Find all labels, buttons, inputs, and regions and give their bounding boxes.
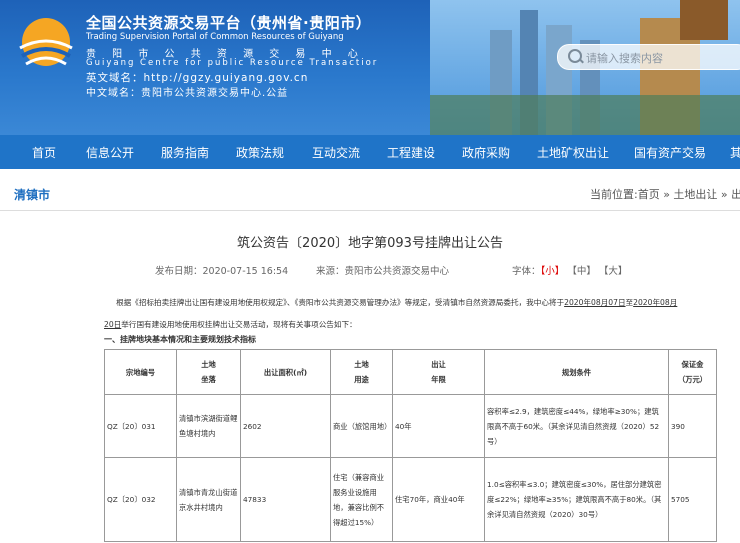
cell-parcel-id: QZ〔20〕031 [104, 394, 177, 458]
breadcrumb[interactable]: 当前位置:首页 » 土地出让 » 出让 [590, 186, 740, 202]
col-header-usage: 土地 用途 [330, 349, 393, 395]
col-header-deposit: 保证金 （万元） [668, 349, 717, 395]
nav-more[interactable]: 其 [730, 144, 740, 161]
col-header-parcel-id: 宗地编号 [104, 349, 177, 395]
article-source: 来源：贵阳市公共资源交易中心 [316, 266, 450, 277]
cell-usage: 商业（旅馆用地） [330, 394, 393, 458]
col-header-planning: 规划条件 [484, 349, 669, 395]
section-heading: 一、挂牌地块基本情况和主要规划技术指标 [104, 335, 256, 344]
nav-info-public[interactable]: 信息公开 [86, 144, 134, 161]
section-title[interactable]: 清镇市 [14, 186, 50, 203]
cell-area: 2602 [240, 394, 331, 458]
search-icon [568, 49, 582, 63]
font-size-label: 字体：【小】 【中】 【大】 [512, 266, 628, 277]
cell-area: 47833 [240, 457, 331, 542]
table-header-row: 宗地编号 土地 坐落 出让面积(㎡) 土地 用途 出让 年限 规划条件 保证金 … [104, 349, 717, 395]
cell-location: 清镇市青龙山街道京水井村境内 [176, 457, 241, 542]
table-row: QZ〔20〕031 清镇市滨湖街道鲤鱼塘村境内 2602 商业（旅馆用地） 40… [104, 394, 717, 458]
cell-planning: 1.0≤容积率≤3.0；建筑密度≤30%，居住部分建筑密度≤22%；绿地率≥35… [484, 457, 669, 542]
domain-en: 英文域名：http://ggzy.guiyang.gov.cn [86, 72, 309, 84]
land-info-table: 宗地编号 土地 坐落 出让面积(㎡) 土地 用途 出让 年限 规划条件 保证金 … [104, 349, 717, 542]
cell-term: 40年 [392, 394, 485, 458]
cell-term: 住宅70年，商业40年 [392, 457, 485, 542]
logo-icon [19, 18, 73, 66]
table-row: QZ〔20〕032 清镇市青龙山街道京水井村境内 47833 住宅（兼容商业服务… [104, 457, 717, 542]
domain-cn: 中文域名：贵阳市公共资源交易中心.公益 [86, 88, 289, 99]
article-title: 筑公资告〔2020〕地字第093号挂牌出让公告 [237, 236, 503, 251]
font-large-button[interactable]: 【大】 [599, 266, 628, 277]
nav-state-assets[interactable]: 国有资产交易 [634, 144, 706, 161]
site-banner: 全国公共资源交易平台（贵州省·贵阳市） Trading Supervision … [0, 0, 740, 135]
main-nav: 首页 信息公开 服务指南 政策法规 互动交流 工程建设 政府采购 土地矿权出让 … [0, 135, 740, 169]
intro-paragraph: 根据《招标拍卖挂牌出让国有建设用地使用权规定》、《贵阳市公共资源交易管理办法》等… [104, 298, 678, 329]
search-input[interactable]: 请输入搜索内容 [557, 44, 740, 70]
nav-interaction[interactable]: 互动交流 [312, 144, 360, 161]
cell-parcel-id: QZ〔20〕032 [104, 457, 177, 542]
site-title-cn: 全国公共资源交易平台（贵州省·贵阳市） [86, 14, 372, 32]
nav-home[interactable]: 首页 [32, 144, 56, 161]
cell-usage: 住宅（兼容商业服务业设施用地，兼容比例不得超过15%） [330, 457, 393, 542]
font-mid-button[interactable]: 【中】 [567, 266, 596, 277]
font-small-button[interactable]: 【小】 [541, 266, 565, 277]
cell-location: 清镇市滨湖街道鲤鱼塘村境内 [176, 394, 241, 458]
nav-construction[interactable]: 工程建设 [387, 144, 435, 161]
nav-procurement[interactable]: 政府采购 [462, 144, 510, 161]
nav-land-mining[interactable]: 土地矿权出让 [537, 144, 609, 161]
cell-planning: 容积率≤2.9，建筑密度≤44%，绿地率≥30%；建筑限高不高于60米。（其余详… [484, 394, 669, 458]
search-placeholder: 请输入搜索内容 [586, 52, 663, 65]
nav-policies[interactable]: 政策法规 [236, 144, 284, 161]
site-title-en: Trading Supervision Portal of Common Res… [86, 32, 344, 42]
publish-date: 发布日期：2020-07-15 16:54 [155, 266, 289, 277]
cell-deposit: 5705 [668, 457, 717, 542]
col-header-location: 土地 坐落 [176, 349, 241, 395]
col-header-term: 出让 年限 [392, 349, 485, 395]
org-name-en: Guiyang Centre for public Resource Trans… [86, 58, 379, 68]
breadcrumb-bar: 清镇市 当前位置:首页 » 土地出让 » 出让 [0, 170, 740, 211]
col-header-area: 出让面积(㎡) [240, 349, 331, 395]
cell-deposit: 390 [668, 394, 717, 458]
nav-service-guide[interactable]: 服务指南 [161, 144, 209, 161]
